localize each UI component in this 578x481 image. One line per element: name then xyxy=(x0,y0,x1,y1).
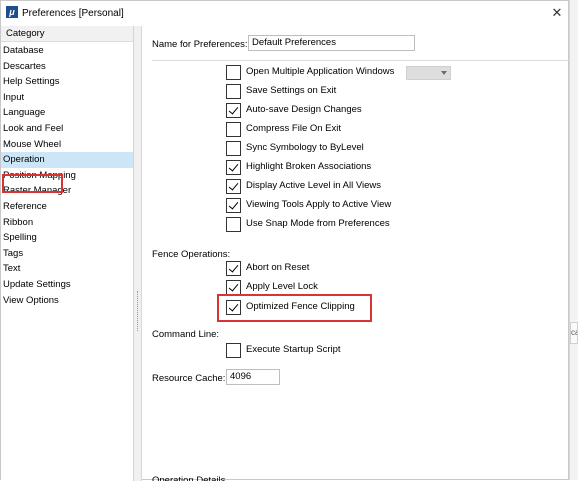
category-item-look-and-feel[interactable]: Look and Feel xyxy=(1,121,133,137)
option-label: Save Settings on Exit xyxy=(246,85,337,96)
category-item-tags[interactable]: Tags xyxy=(1,246,133,262)
checkbox-icon[interactable] xyxy=(226,84,241,99)
checkbox-checked-icon[interactable] xyxy=(226,198,241,213)
fence-operations-label: Fence Operations: xyxy=(152,249,231,260)
checkbox-checked-icon[interactable] xyxy=(226,300,241,315)
preferences-dialog: μ Preferences [Personal] ✕ Category Data… xyxy=(0,0,569,481)
checkbox-checked-icon[interactable] xyxy=(226,160,241,175)
option-label: Auto-save Design Changes xyxy=(246,104,362,115)
background-window-edge xyxy=(569,0,578,480)
operation-settings-panel: Name for Preferences: Default Preference… xyxy=(142,26,569,481)
category-item-descartes[interactable]: Descartes xyxy=(1,59,133,75)
app-logo-icon: μ xyxy=(6,6,18,18)
category-item-view-options[interactable]: View Options xyxy=(1,293,133,309)
category-list: Database Descartes Help Settings Input Langu… xyxy=(1,43,133,308)
category-item-spelling[interactable]: Spelling xyxy=(1,230,133,246)
option-label: Open Multiple Application Windows xyxy=(246,66,395,77)
category-item-update-settings[interactable]: Update Settings xyxy=(1,277,133,293)
checkbox-checked-icon[interactable] xyxy=(226,261,241,276)
name-for-preferences-label: Name for Preferences: xyxy=(152,39,248,50)
option-label: Sync Symbology to ByLevel xyxy=(246,142,364,153)
background-control: ca xyxy=(570,322,578,344)
option-label: Optimized Fence Clipping xyxy=(246,301,355,312)
option-label: Highlight Broken Associations xyxy=(246,161,372,172)
option-label: Viewing Tools Apply to Active View xyxy=(246,199,392,210)
category-item-help-settings[interactable]: Help Settings xyxy=(1,74,133,90)
checkbox-icon[interactable] xyxy=(226,122,241,137)
category-item-ribbon[interactable]: Ribbon xyxy=(1,215,133,231)
panel-splitter[interactable] xyxy=(134,26,142,481)
window-title: Preferences [Personal] xyxy=(22,8,124,19)
option-label: Apply Level Lock xyxy=(246,281,318,292)
title-bar: μ Preferences [Personal] ✕ xyxy=(1,1,568,26)
checkbox-icon[interactable] xyxy=(226,343,241,358)
option-label: Compress File On Exit xyxy=(246,123,342,134)
checkbox-icon[interactable] xyxy=(226,217,241,232)
category-item-reference[interactable]: Reference xyxy=(1,199,133,215)
option-label: Display Active Level in All Views xyxy=(246,180,381,191)
option-label: Use Snap Mode from Preferences xyxy=(246,218,390,229)
category-item-mouse-wheel[interactable]: Mouse Wheel xyxy=(1,137,133,153)
resource-cache-field[interactable]: 4096 xyxy=(226,369,280,385)
category-header: Category xyxy=(1,26,133,42)
option-label: Execute Startup Script xyxy=(246,344,341,355)
category-panel: Category Database Descartes Help Settings I… xyxy=(1,26,134,481)
close-icon[interactable]: ✕ xyxy=(549,5,565,21)
option-label: Abort on Reset xyxy=(246,262,310,273)
checkbox-icon[interactable] xyxy=(226,141,241,156)
checkbox-checked-icon[interactable] xyxy=(226,179,241,194)
category-item-text[interactable]: Text xyxy=(1,261,133,277)
category-item-language[interactable]: Language xyxy=(1,105,133,121)
command-line-label: Command Line: xyxy=(152,329,220,340)
application-windows-dropdown[interactable] xyxy=(406,66,451,80)
operation-details-label: Operation Details xyxy=(152,476,225,481)
divider xyxy=(152,60,569,61)
category-item-input[interactable]: Input xyxy=(1,90,133,106)
splitter-grip-icon xyxy=(137,291,140,331)
checkbox-checked-icon[interactable] xyxy=(226,103,241,118)
name-for-preferences-field[interactable]: Default Preferences xyxy=(248,35,415,51)
category-item-database[interactable]: Database xyxy=(1,43,133,59)
resource-cache-label: Resource Cache: xyxy=(152,373,226,384)
chevron-down-icon xyxy=(441,71,447,75)
category-header-label: Category xyxy=(6,28,45,39)
checkbox-checked-icon[interactable] xyxy=(226,280,241,295)
category-item-operation[interactable]: Operation xyxy=(1,152,133,168)
checkbox-icon[interactable] xyxy=(226,65,241,80)
category-item-position-mapping[interactable]: Position Mapping xyxy=(1,168,133,184)
category-item-raster-manager[interactable]: Raster Manager xyxy=(1,183,133,199)
